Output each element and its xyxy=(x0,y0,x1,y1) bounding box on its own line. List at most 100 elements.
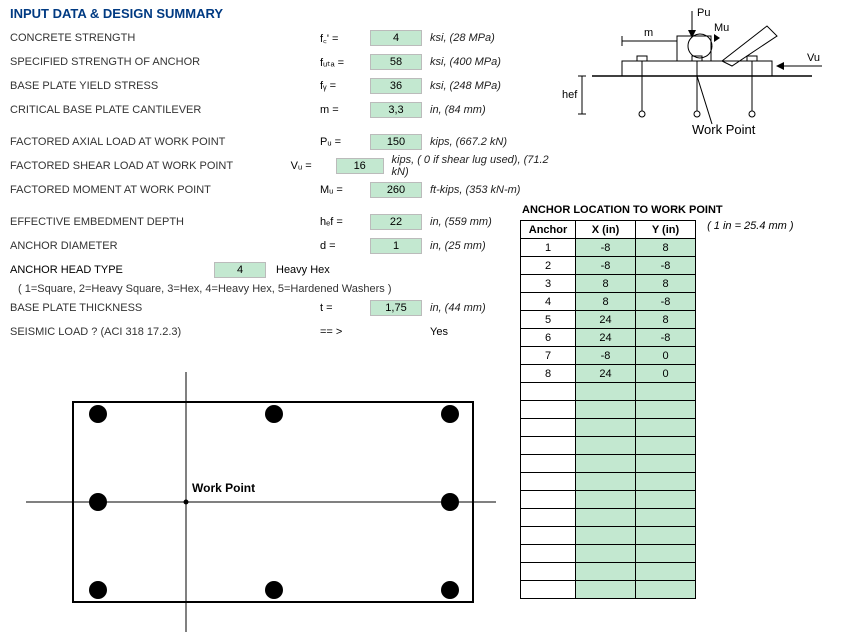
shear-load-input[interactable]: 16 xyxy=(336,158,384,174)
yield-stress-input[interactable]: 36 xyxy=(370,78,422,94)
row-shear-load: FACTORED SHEAR LOAD AT WORK POINT Vᵤ = 1… xyxy=(10,155,552,177)
symbol: Vᵤ = xyxy=(291,160,336,172)
cell-x[interactable]: 8 xyxy=(576,293,636,311)
cell-y[interactable]: 8 xyxy=(636,239,696,257)
table-row: 2-8-8 xyxy=(521,257,696,275)
label: SPECIFIED STRENGTH OF ANCHOR xyxy=(10,56,320,68)
cell-y[interactable] xyxy=(636,437,696,455)
label: ANCHOR DIAMETER xyxy=(10,240,320,252)
concrete-strength-input[interactable]: 4 xyxy=(370,30,422,46)
embedment-input[interactable]: 22 xyxy=(370,214,422,230)
label: FACTORED SHEAR LOAD AT WORK POINT xyxy=(10,160,291,172)
cell-x[interactable] xyxy=(576,401,636,419)
cell-x[interactable]: -8 xyxy=(576,347,636,365)
cell-anchor xyxy=(521,455,576,473)
cell-y[interactable] xyxy=(636,419,696,437)
cell-x[interactable]: 24 xyxy=(576,311,636,329)
cell-y[interactable] xyxy=(636,473,696,491)
cell-y[interactable]: -8 xyxy=(636,329,696,347)
symbol: m = xyxy=(320,104,370,116)
row-concrete-strength: CONCRETE STRENGTH f꜀' = 4 ksi, (28 MPa) xyxy=(10,27,552,49)
cell-x[interactable] xyxy=(576,563,636,581)
cantilever-input[interactable]: 3,3 xyxy=(370,102,422,118)
cell-anchor xyxy=(521,545,576,563)
table-row: 624-8 xyxy=(521,329,696,347)
col-anchor: Anchor xyxy=(521,221,576,239)
table-row: 7-80 xyxy=(521,347,696,365)
cell-y[interactable] xyxy=(636,545,696,563)
cell-anchor: 5 xyxy=(521,311,576,329)
cell-x[interactable]: 8 xyxy=(576,275,636,293)
label-work-point: Work Point xyxy=(692,122,756,136)
moment-input[interactable]: 260 xyxy=(370,182,422,198)
row-diameter: ANCHOR DIAMETER d = 1 in, (25 mm) xyxy=(10,235,552,257)
col-x: X (in) xyxy=(576,221,636,239)
cell-y[interactable]: 0 xyxy=(636,365,696,383)
cell-x[interactable] xyxy=(576,437,636,455)
axial-load-input[interactable]: 150 xyxy=(370,134,422,150)
cell-y[interactable] xyxy=(636,401,696,419)
cell-x[interactable] xyxy=(576,455,636,473)
cell-x[interactable] xyxy=(576,473,636,491)
cell-x[interactable]: 24 xyxy=(576,329,636,347)
cell-y[interactable] xyxy=(636,491,696,509)
cell-y[interactable] xyxy=(636,563,696,581)
cell-x[interactable] xyxy=(576,581,636,599)
cell-y[interactable] xyxy=(636,455,696,473)
scale-note: ( 1 in = 25.4 mm ) xyxy=(707,220,794,232)
cell-x[interactable]: -8 xyxy=(576,257,636,275)
cell-x[interactable] xyxy=(576,509,636,527)
cell-x[interactable] xyxy=(576,383,636,401)
table-row xyxy=(521,563,696,581)
table-row xyxy=(521,383,696,401)
cell-y[interactable]: 8 xyxy=(636,311,696,329)
row-axial-load: FACTORED AXIAL LOAD AT WORK POINT Pᵤ = 1… xyxy=(10,131,552,153)
anchor-table-title: ANCHOR LOCATION TO WORK POINT xyxy=(522,204,835,216)
symbol: Pᵤ = xyxy=(320,136,370,148)
cell-y[interactable]: 0 xyxy=(636,347,696,365)
cell-x[interactable] xyxy=(576,491,636,509)
row-seismic: SEISMIC LOAD ? (ACI 318 17.2.3) == > Yes xyxy=(10,321,552,343)
cell-y[interactable] xyxy=(636,509,696,527)
label: FACTORED MOMENT AT WORK POINT xyxy=(10,184,320,196)
label: CONCRETE STRENGTH xyxy=(10,32,320,44)
label: ANCHOR HEAD TYPE xyxy=(10,264,210,276)
symbol: f꜀' = xyxy=(320,31,370,46)
cell-x[interactable] xyxy=(576,527,636,545)
symbol: t = xyxy=(320,302,370,314)
row-embedment: EFFECTIVE EMBEDMENT DEPTH hₑf = 22 in, (… xyxy=(10,211,552,233)
cell-x[interactable]: 24 xyxy=(576,365,636,383)
label-vu: Vu xyxy=(807,52,820,64)
label-hef: hef xyxy=(562,89,578,101)
thickness-input[interactable]: 1,75 xyxy=(370,300,422,316)
table-row: 8240 xyxy=(521,365,696,383)
label-mu: Mu xyxy=(714,22,729,34)
cell-y[interactable] xyxy=(636,527,696,545)
table-row: 1-88 xyxy=(521,239,696,257)
cell-y[interactable] xyxy=(636,581,696,599)
cell-x[interactable]: -8 xyxy=(576,239,636,257)
table-row: 48-8 xyxy=(521,293,696,311)
head-type-desc: Heavy Hex xyxy=(276,264,330,276)
cell-y[interactable]: 8 xyxy=(636,275,696,293)
col-y: Y (in) xyxy=(636,221,696,239)
table-row xyxy=(521,401,696,419)
cell-x[interactable] xyxy=(576,545,636,563)
table-row: 388 xyxy=(521,275,696,293)
cell-y[interactable]: -8 xyxy=(636,293,696,311)
plan-work-point-label: Work Point xyxy=(192,481,255,495)
cell-y[interactable] xyxy=(636,383,696,401)
cell-anchor: 6 xyxy=(521,329,576,347)
anchor-strength-input[interactable]: 58 xyxy=(370,54,422,70)
head-type-input[interactable]: 4 xyxy=(214,262,266,278)
unit: ksi, (28 MPa) xyxy=(430,32,495,44)
cell-x[interactable] xyxy=(576,419,636,437)
cell-anchor: 1 xyxy=(521,239,576,257)
diameter-input[interactable]: 1 xyxy=(370,238,422,254)
cell-anchor: 3 xyxy=(521,275,576,293)
cell-anchor xyxy=(521,419,576,437)
cell-anchor xyxy=(521,509,576,527)
symbol: d = xyxy=(320,240,370,252)
cell-y[interactable]: -8 xyxy=(636,257,696,275)
symbol: Mᵤ = xyxy=(320,184,370,196)
